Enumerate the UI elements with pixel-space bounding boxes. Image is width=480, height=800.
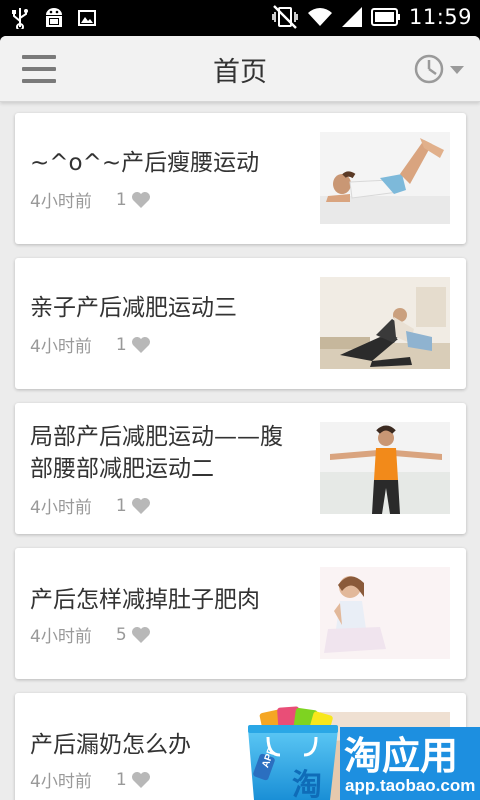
like-count: 1 [115,189,127,210]
status-bar: 11:59 [0,0,480,36]
article-title: 亲子产后减肥运动三 [30,295,237,321]
like-count: 1 [115,769,127,790]
heart-icon[interactable] [131,626,151,644]
article-title: 局部产后减肥运动——腹部腰部减肥运动二 [30,424,283,482]
usb-icon [12,8,28,29]
status-right-icons: 11:59 [271,4,472,30]
article-card[interactable]: ~^o^~产后瘦腰运动 4小时前 1 [15,113,466,244]
heart-icon[interactable] [131,497,151,515]
article-time: 4小时前 [30,192,92,212]
taobao-app-promo[interactable]: APP 淘 淘应用 app.taobao.com [244,703,480,800]
like-count: 1 [115,334,127,355]
article-thumbnail [320,277,450,369]
status-left-icons [10,6,96,30]
heart-icon[interactable] [131,771,151,789]
heart-icon[interactable] [131,191,151,209]
heart-icon[interactable] [131,336,151,354]
article-card[interactable]: 局部产后减肥运动——腹部腰部减肥运动二 4小时前 1 [15,403,466,534]
like-count: 5 [115,624,127,645]
article-time: 4小时前 [30,772,92,792]
article-title: ~^o^~产后瘦腰运动 [30,150,260,176]
article-title: 产后怎样减掉肚子肥肉 [30,587,260,613]
article-meta: 4小时前 5 [30,622,151,647]
article-thumbnail [320,567,450,659]
article-time: 4小时前 [30,337,92,357]
article-thumbnail [320,422,450,514]
signal-icon [341,7,362,27]
app-window: 首页 ~^o^~产后瘦腰运动 4小时前 1 亲子产后减肥运动三 4小时前 1 局… [0,36,480,800]
image-icon [78,10,96,26]
article-card[interactable]: 产后怎样减掉肚子肥肉 4小时前 5 [15,548,466,679]
promo-glyph: 淘 [292,768,322,800]
page-title: 首页 [213,57,267,88]
article-meta: 4小时前 1 [30,493,151,518]
clock-dropdown-icon[interactable] [412,52,468,86]
article-time: 4小时前 [30,498,92,518]
like-count: 1 [115,495,127,516]
wifi-icon [307,8,332,26]
article-thumbnail [320,132,450,224]
article-time: 4小时前 [30,627,92,647]
promo-url: app.taobao.com [345,776,475,795]
vibrate-off-icon [272,5,298,29]
battery-icon [370,8,400,26]
article-meta: 4小时前 1 [30,767,151,792]
android-debug-icon [46,8,62,27]
article-meta: 4小时前 1 [30,187,151,212]
clock-time: 11:59 [408,5,472,29]
article-card[interactable]: 亲子产后减肥运动三 4小时前 1 [15,258,466,389]
promo-name: 淘应用 [344,734,458,778]
action-bar: 首页 [0,36,480,102]
article-meta: 4小时前 1 [30,332,151,357]
